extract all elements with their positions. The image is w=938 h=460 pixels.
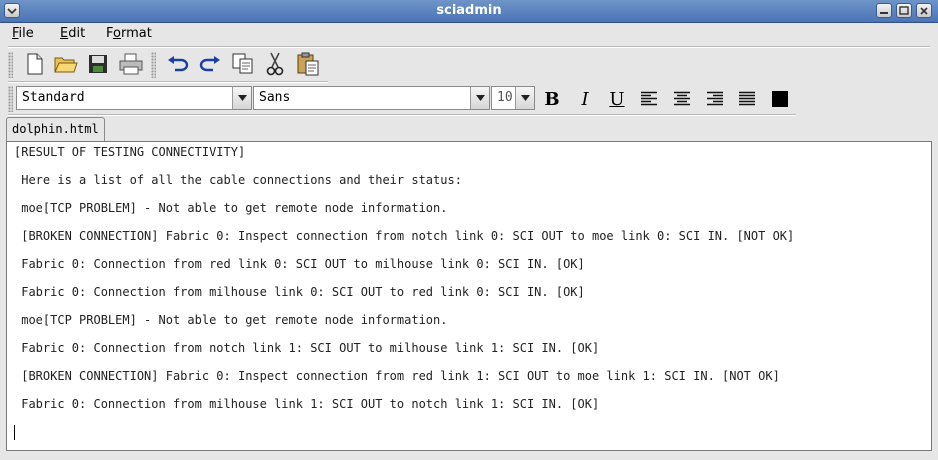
- redo-icon: [199, 56, 220, 72]
- paste-icon: [297, 52, 319, 76]
- chevron-down-icon[interactable]: [232, 87, 251, 109]
- print-button[interactable]: [117, 50, 145, 78]
- toolbar-grip-2[interactable]: [151, 52, 156, 78]
- toolbar-grip[interactable]: [8, 52, 13, 78]
- new-document-icon: [27, 53, 43, 75]
- minimize-icon: [880, 11, 888, 14]
- document-line: Fabric 0: Connection from red link 0: SC…: [14, 257, 585, 271]
- paste-button[interactable]: [294, 50, 322, 78]
- toolbar-separator: [8, 81, 328, 83]
- align-left-icon: [641, 91, 657, 106]
- italic-button[interactable]: I: [571, 86, 599, 112]
- redo-button[interactable]: [196, 50, 224, 78]
- font-family-value: Sans: [259, 90, 291, 105]
- undo-button[interactable]: [164, 50, 192, 78]
- format-toolbar-grip[interactable]: [8, 86, 13, 112]
- menu-format[interactable]: Format: [106, 26, 152, 41]
- justify-button[interactable]: [733, 86, 761, 112]
- minimize-button[interactable]: [876, 3, 892, 18]
- chevron-down-icon[interactable]: [515, 87, 534, 109]
- underline-icon: U: [609, 88, 625, 110]
- save-disk-icon: [89, 55, 107, 73]
- paragraph-style-value: Standard: [22, 90, 85, 105]
- justify-icon: [739, 91, 755, 106]
- bold-icon: B: [544, 88, 560, 110]
- document-line: [RESULT OF TESTING CONNECTIVITY]: [14, 145, 246, 159]
- paragraph-style-select[interactable]: Standard: [16, 86, 252, 110]
- copy-button[interactable]: [229, 50, 257, 78]
- align-right-icon: [707, 91, 723, 106]
- align-right-button[interactable]: [701, 86, 729, 112]
- document-line: [BROKEN CONNECTION] Fabric 0: Inspect co…: [14, 229, 795, 243]
- document-line: Fabric 0: Connection from notch link 1: …: [14, 341, 600, 355]
- font-size-select[interactable]: 10: [491, 86, 535, 110]
- copy-icon: [232, 53, 253, 74]
- document-line: [BROKEN CONNECTION] Fabric 0: Inspect co…: [14, 369, 780, 383]
- close-button[interactable]: [916, 3, 932, 18]
- undo-icon: [168, 56, 189, 72]
- italic-icon: I: [581, 88, 589, 110]
- menu-edit[interactable]: Edit: [60, 26, 85, 41]
- align-center-button[interactable]: [668, 86, 696, 112]
- document-line: Fabric 0: Connection from milhouse link …: [14, 285, 585, 299]
- text-color-button[interactable]: [766, 86, 794, 112]
- new-button[interactable]: [20, 50, 48, 78]
- print-icon: [119, 53, 143, 75]
- bold-button[interactable]: B: [538, 86, 566, 112]
- menu-file[interactable]: File: [12, 26, 34, 41]
- underline-button[interactable]: U: [603, 86, 631, 112]
- text-caret: [14, 425, 15, 440]
- document-line: moe[TCP PROBLEM] - Not able to get remot…: [14, 313, 448, 327]
- font-size-value: 10: [497, 90, 513, 105]
- document-line: moe[TCP PROBLEM] - Not able to get remot…: [14, 201, 448, 215]
- align-left-button[interactable]: [635, 86, 663, 112]
- open-folder-icon: [54, 57, 78, 73]
- document-line: Here is a list of all the cable connecti…: [14, 173, 462, 187]
- tab-dolphin-html[interactable]: dolphin.html: [6, 117, 105, 141]
- align-center-icon: [674, 91, 690, 106]
- main-toolbar: [0, 48, 330, 81]
- document-tabs: dolphin.html: [0, 116, 938, 142]
- chevron-down-icon[interactable]: [470, 87, 489, 109]
- close-icon: [920, 6, 928, 15]
- text-editor[interactable]: [RESULT OF TESTING CONNECTIVITY] Here is…: [6, 141, 932, 451]
- save-button[interactable]: [84, 50, 112, 78]
- maximize-button[interactable]: [896, 3, 912, 18]
- text-color-swatch-icon: [772, 91, 788, 107]
- document-line: Fabric 0: Connection from milhouse link …: [14, 397, 600, 411]
- cut-icon: [266, 52, 284, 76]
- title-bar: sciadmin: [0, 0, 938, 23]
- maximize-icon: [899, 6, 909, 15]
- menu-bar: File Edit Format: [0, 23, 938, 45]
- open-button[interactable]: [52, 50, 80, 78]
- cut-button[interactable]: [261, 50, 289, 78]
- window-title: sciadmin: [436, 3, 502, 18]
- font-family-select[interactable]: Sans: [253, 86, 490, 110]
